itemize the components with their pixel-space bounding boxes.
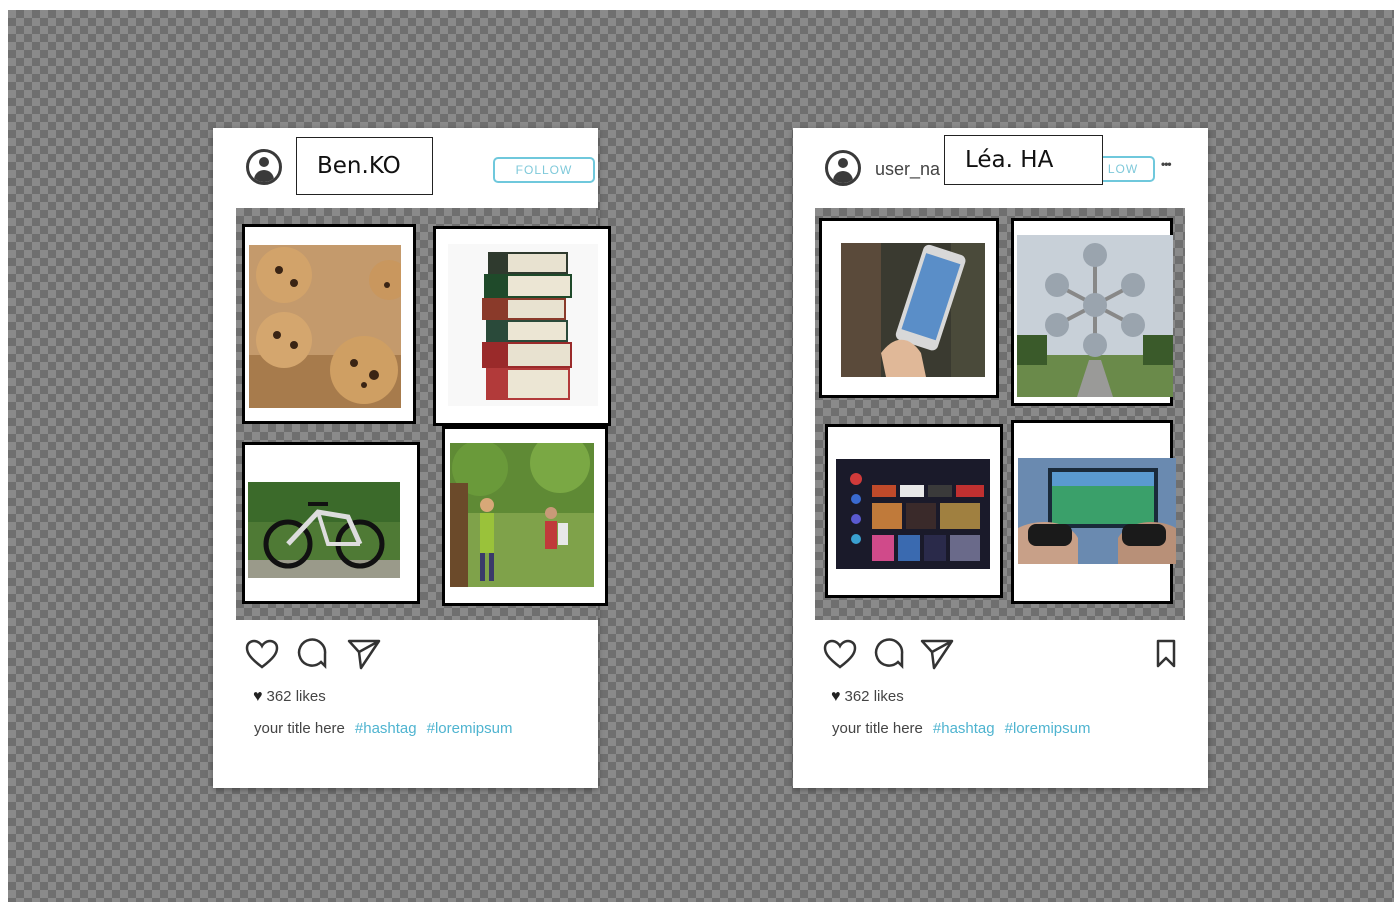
image-grid	[236, 208, 611, 620]
caption: your title here #hashtag #loremipsum	[254, 720, 513, 737]
heart-icon[interactable]	[823, 639, 857, 669]
hashtag-link[interactable]: #loremipsum	[427, 720, 513, 737]
image-tile-children[interactable]	[442, 426, 608, 606]
user-avatar-icon[interactable]	[825, 150, 861, 186]
filled-heart-icon: ♥	[831, 688, 841, 705]
image-tile-cookies[interactable]	[242, 224, 416, 424]
smart-tv-photo	[836, 459, 990, 569]
cookies-photo	[249, 245, 401, 408]
bookmark-icon[interactable]	[1155, 639, 1177, 669]
caption-title: your title here	[254, 720, 345, 737]
hashtag-link[interactable]: #loremipsum	[1005, 720, 1091, 737]
image-tile-smartphone[interactable]	[819, 218, 999, 398]
image-tile-bicycle[interactable]	[242, 442, 420, 604]
smartphone-photo	[841, 243, 985, 377]
caption-title: your title here	[832, 720, 923, 737]
image-tile-atomium[interactable]	[1011, 218, 1173, 406]
bicycle-photo	[248, 482, 400, 578]
children-playing-photo	[450, 443, 594, 587]
image-tile-books[interactable]	[433, 226, 611, 426]
send-icon[interactable]	[347, 638, 381, 670]
atomium-photo	[1017, 235, 1173, 397]
username-placeholder: user_na	[875, 159, 941, 179]
comment-icon[interactable]	[297, 638, 329, 670]
filled-heart-icon: ♥	[253, 688, 263, 705]
comment-icon[interactable]	[874, 638, 906, 670]
image-tile-video-game[interactable]	[1011, 420, 1176, 604]
more-icon[interactable]: •••	[1161, 157, 1172, 171]
image-grid	[815, 208, 1185, 620]
follow-button[interactable]: FOLLOW	[493, 157, 595, 183]
user-avatar-icon[interactable]	[246, 149, 282, 185]
likes-count: ♥ 362 likes	[831, 688, 904, 706]
hashtag-link[interactable]: #hashtag	[933, 720, 995, 737]
username-label: Ben.KO	[296, 137, 433, 195]
caption: your title here #hashtag #loremipsum	[832, 720, 1091, 737]
hashtag-link[interactable]: #hashtag	[355, 720, 417, 737]
books-photo	[448, 244, 598, 406]
likes-text: 362 likes	[266, 688, 326, 705]
send-icon[interactable]	[920, 638, 954, 670]
username-label: Léa. HA	[944, 135, 1103, 185]
likes-text: 362 likes	[844, 688, 904, 705]
video-game-photo	[1018, 458, 1176, 564]
likes-count: ♥ 362 likes	[253, 688, 326, 706]
image-tile-smart-tv[interactable]	[825, 424, 1003, 598]
post-card-left: Ben.KO FOLLOW ♥ 362 likes your title her…	[213, 128, 611, 788]
post-card-right: user_na LOW Léa. HA ••• ♥ 362 likes your…	[793, 128, 1208, 788]
heart-icon[interactable]	[245, 639, 279, 669]
